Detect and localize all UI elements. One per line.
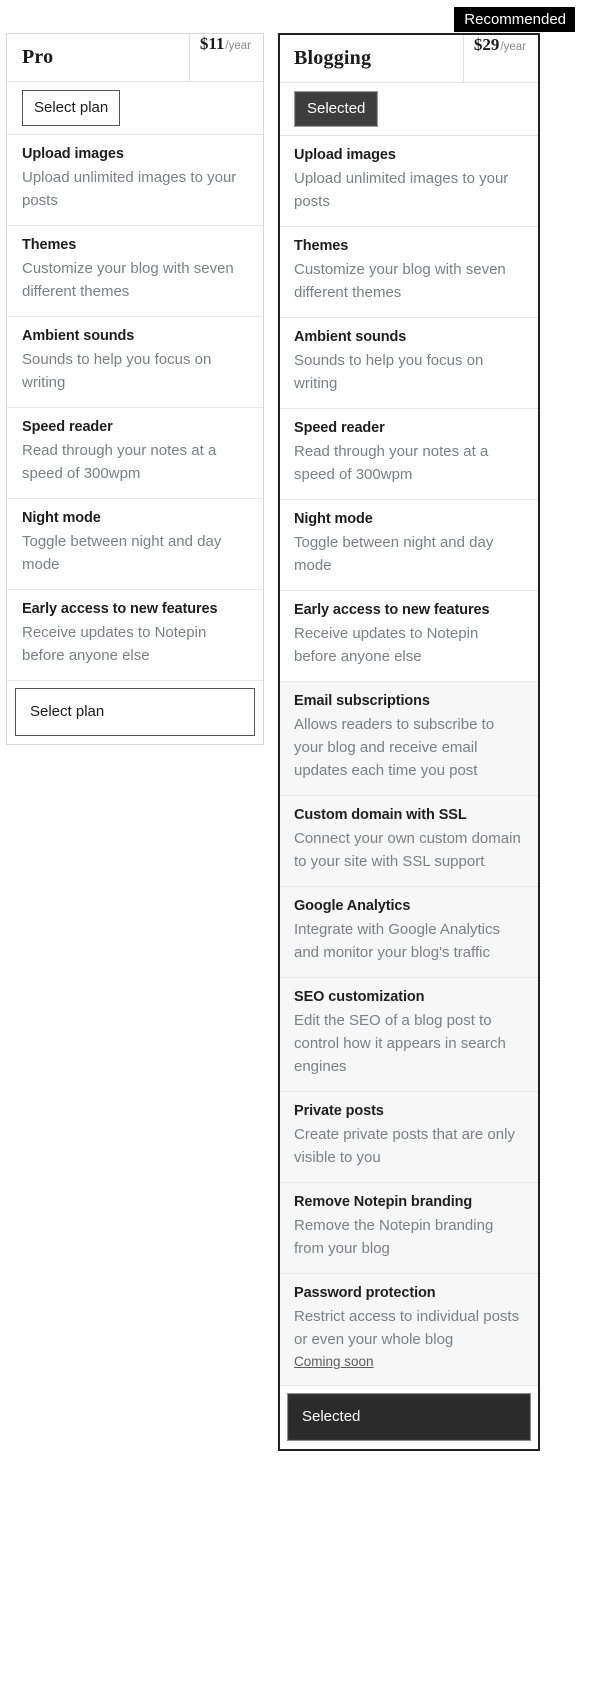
feature-title: Private posts	[294, 1103, 384, 1119]
feature-row: Themes Customize your blog with seven dif…	[280, 227, 538, 318]
feature-description: Read through your notes at a speed of 30…	[22, 442, 217, 482]
recommended-badge-row: Recommended	[0, 7, 575, 32]
feature-description: Restrict access to individual posts or e…	[294, 1308, 520, 1348]
feature-row: Remove Notepin branding Remove the Notepi…	[280, 1183, 538, 1274]
plan-card-pro: Pro $11/year Select plan Upload images Uploa…	[6, 33, 264, 745]
feature-description: Customize your blog with seven different…	[22, 260, 234, 300]
feature-row: Night mode Toggle between night and day m…	[7, 499, 263, 590]
feature-description: Sounds to help you focus on writing	[22, 351, 212, 391]
feature-description: Sounds to help you focus on writing	[294, 352, 484, 392]
plan-price-period: /year	[225, 40, 251, 52]
feature-row: Speed reader Read through your notes at a…	[7, 408, 263, 499]
feature-title: Remove Notepin branding	[294, 1194, 473, 1210]
select-plan-button-bottom[interactable]: Select plan	[15, 688, 255, 736]
feature-title: Upload images	[22, 146, 124, 162]
feature-row: Early access to new features Receive upda…	[7, 590, 263, 681]
feature-title: SEO customization	[294, 989, 425, 1005]
feature-description: Create private posts that are only visib…	[294, 1126, 515, 1166]
plan-top-button-row: Select plan	[7, 82, 263, 135]
plan-cards-container: Pro $11/year Select plan Upload images Uploa…	[6, 33, 584, 1451]
plan-top-button-row: Selected	[280, 83, 538, 136]
selected-button-bottom[interactable]: Selected	[287, 1393, 531, 1441]
feature-title: Ambient sounds	[22, 328, 135, 344]
plan-price-amount: $29	[473, 35, 500, 54]
feature-description: Integrate with Google Analytics and moni…	[294, 921, 500, 961]
feature-row: Private posts Create private posts that a…	[280, 1092, 538, 1183]
feature-row: Ambient sounds Sounds to help you focus o…	[7, 317, 263, 408]
feature-title: Early access to new features	[22, 601, 218, 617]
plan-name: Blogging	[294, 47, 372, 69]
feature-description: Receive updates to Notepin before anyone…	[294, 625, 479, 665]
plan-price-period: /year	[500, 41, 526, 53]
feature-description: Customize your blog with seven different…	[294, 261, 506, 301]
feature-row: Upload images Upload unlimited images to …	[280, 136, 538, 227]
feature-row: Custom domain with SSL Connect your own c…	[280, 796, 538, 887]
feature-title: Early access to new features	[294, 602, 490, 618]
plan-card-blogging: Blogging $29/year Selected Upload images Upl…	[278, 33, 540, 1451]
feature-row: Themes Customize your blog with seven dif…	[7, 226, 263, 317]
select-plan-button-top[interactable]: Select plan	[22, 90, 121, 126]
feature-description: Receive updates to Notepin before anyone…	[22, 624, 207, 664]
feature-title: Custom domain with SSL	[294, 807, 467, 823]
feature-row: Early access to new features Receive upda…	[280, 591, 538, 682]
feature-row: Email subscriptions Allows readers to sub…	[280, 682, 538, 796]
feature-description: Connect your own custom domain to your s…	[294, 830, 521, 870]
feature-description: Remove the Notepin branding from your bl…	[294, 1217, 494, 1257]
feature-description: Upload unlimited images to your posts	[294, 170, 509, 210]
plan-name: Pro	[22, 46, 54, 68]
plan-bottom-button-row: Select plan	[7, 681, 263, 744]
plan-header: Blogging $29/year	[280, 35, 538, 83]
feature-title: Night mode	[294, 511, 373, 527]
feature-row: Night mode Toggle between night and day m…	[280, 500, 538, 591]
pricing-page: Recommended Pro $11/year Select plan Upload…	[0, 0, 590, 1707]
feature-title: Speed reader	[294, 420, 385, 436]
feature-row: Upload images Upload unlimited images to …	[7, 135, 263, 226]
plan-price: $29/year	[462, 35, 538, 82]
feature-row: Google Analytics Integrate with Google An…	[280, 887, 538, 978]
feature-description: Allows readers to subscribe to your blog…	[294, 716, 495, 779]
feature-title: Email subscriptions	[294, 693, 430, 709]
feature-title: Speed reader	[22, 419, 113, 435]
feature-description: Toggle between night and day mode	[294, 534, 494, 574]
plan-header: Pro $11/year	[7, 34, 263, 82]
feature-row: Password protection Restrict access to in…	[280, 1274, 538, 1386]
recommended-badge: Recommended	[454, 7, 575, 32]
feature-title: Themes	[22, 237, 77, 253]
feature-row: Speed reader Read through your notes at a…	[280, 409, 538, 500]
feature-title: Themes	[294, 238, 349, 254]
feature-row: SEO customization Edit the SEO of a blog …	[280, 978, 538, 1092]
feature-title: Google Analytics	[294, 898, 411, 914]
feature-coming-soon-link[interactable]: Coming soon	[294, 1352, 374, 1372]
plan-price: $11/year	[188, 34, 263, 81]
feature-row: Ambient sounds Sounds to help you focus o…	[280, 318, 538, 409]
feature-description: Edit the SEO of a blog post to control h…	[294, 1012, 506, 1075]
feature-title: Ambient sounds	[294, 329, 407, 345]
selected-button-top[interactable]: Selected	[294, 91, 379, 127]
plan-bottom-button-row: Selected	[280, 1386, 538, 1449]
feature-title: Night mode	[22, 510, 101, 526]
feature-description: Upload unlimited images to your posts	[22, 169, 237, 209]
feature-title: Upload images	[294, 147, 396, 163]
plan-price-amount: $11	[199, 34, 225, 53]
feature-description: Read through your notes at a speed of 30…	[294, 443, 489, 483]
feature-title: Password protection	[294, 1285, 436, 1301]
feature-description: Toggle between night and day mode	[22, 533, 222, 573]
